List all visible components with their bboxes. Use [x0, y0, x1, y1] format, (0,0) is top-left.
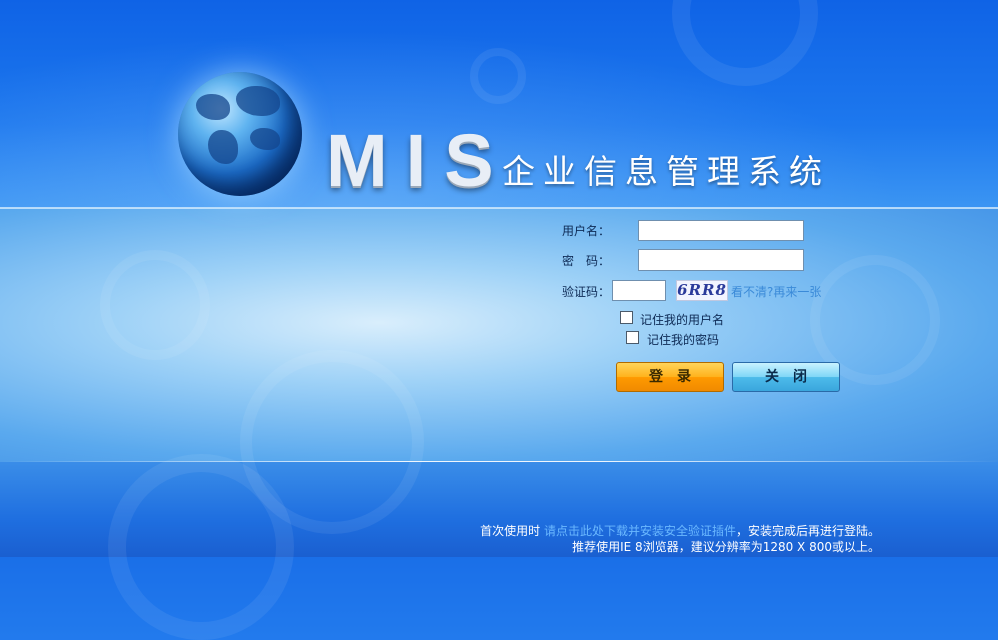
- download-link[interactable]: 请点击此处下载并安装: [544, 524, 664, 538]
- captcha-refresh-link[interactable]: 看不清?再来一张: [731, 283, 821, 300]
- decor-ring: [240, 350, 424, 534]
- footer-suffix: ，安装完成后再进行登陆。: [735, 524, 880, 538]
- logo-mis: MIS: [326, 119, 512, 202]
- decor-ring: [470, 48, 526, 104]
- username-input[interactable]: [638, 220, 804, 241]
- plugin-link[interactable]: 安全验证插件: [664, 524, 736, 538]
- username-label: 用户名：: [562, 224, 611, 238]
- divider-top: [0, 207, 998, 209]
- footer-note: 首次使用时 请点击此处下载并安装安全验证插件，安装完成后再进行登陆。: [480, 522, 880, 539]
- remember-username-checkbox[interactable]: [620, 311, 633, 324]
- captcha-label: 验证码：: [562, 285, 611, 299]
- browser-recommendation: 推荐使用IE 8浏览器，建议分辨率为1280 X 800或以上。: [572, 540, 880, 554]
- remember-password-label: 记住我的密码: [647, 333, 720, 347]
- remember-username-label: 记住我的用户名: [640, 313, 725, 327]
- divider-bottom: [0, 461, 998, 462]
- globe-icon: [178, 72, 302, 196]
- footer-prefix: 首次使用时: [480, 524, 541, 538]
- captcha-input[interactable]: [612, 280, 666, 301]
- remember-password-checkbox[interactable]: [626, 331, 639, 344]
- decor-ring: [100, 250, 210, 360]
- close-button[interactable]: 关闭: [732, 362, 840, 392]
- captcha-image[interactable]: 6RR8: [676, 280, 728, 301]
- app-title: 企业信息管理系统: [502, 152, 830, 191]
- password-input[interactable]: [638, 249, 804, 271]
- password-label: 密 码：: [562, 254, 611, 268]
- login-button[interactable]: 登录: [616, 362, 724, 392]
